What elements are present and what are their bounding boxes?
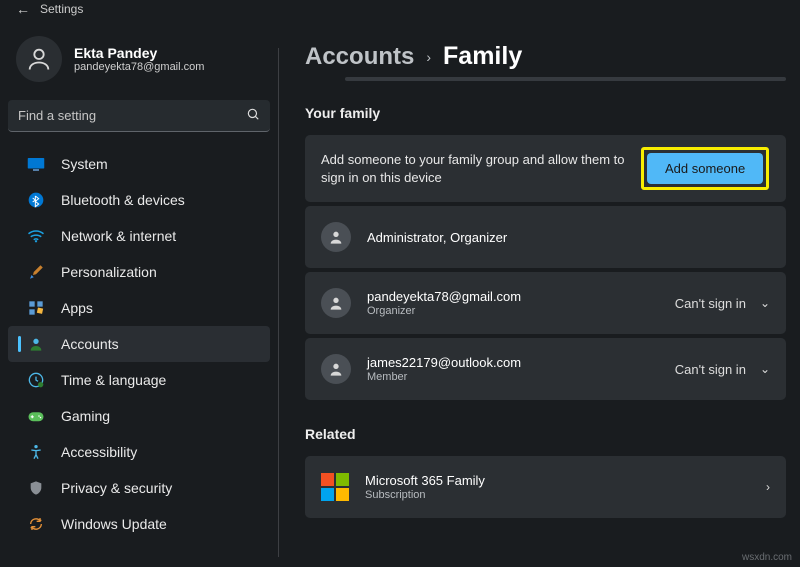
user-email: pandeyekta78@gmail.com	[74, 61, 204, 73]
sidebar-item-accessibility[interactable]: Accessibility	[8, 434, 270, 470]
nav-label: Gaming	[61, 408, 260, 424]
nav-label: Privacy & security	[61, 480, 260, 496]
sidebar-item-update[interactable]: Windows Update	[8, 506, 270, 542]
nav-label: Network & internet	[61, 228, 260, 244]
highlight-annotation: Add someone	[641, 147, 769, 190]
search-box[interactable]	[8, 100, 270, 132]
breadcrumb-parent[interactable]: Accounts	[305, 43, 414, 71]
main-content: Accounts › Family Your family Add someon…	[279, 18, 800, 567]
chevron-right-icon: ›	[426, 49, 431, 65]
nav-label: Windows Update	[61, 516, 260, 532]
update-icon	[27, 515, 45, 533]
nav-label: Time & language	[61, 372, 260, 388]
watermark: wsxdn.com	[742, 552, 792, 563]
apps-icon	[27, 299, 45, 317]
m365-title: Microsoft 365 Family	[365, 473, 766, 488]
sidebar-item-bluetooth[interactable]: Bluetooth & devices	[8, 182, 270, 218]
microsoft-logo-icon	[321, 473, 349, 501]
person-icon	[321, 354, 351, 384]
m365-family-row[interactable]: Microsoft 365 Family Subscription ›	[305, 456, 786, 518]
sidebar-item-network[interactable]: Network & internet	[8, 218, 270, 254]
member-role: Organizer	[367, 305, 675, 317]
sidebar-item-apps[interactable]: Apps	[8, 290, 270, 326]
section-title-related: Related	[305, 426, 786, 442]
member-name: james22179@outlook.com	[367, 355, 675, 370]
nav-list: System Bluetooth & devices Network & int…	[8, 146, 270, 542]
person-icon	[321, 288, 351, 318]
chevron-down-icon[interactable]: ⌄	[760, 296, 770, 310]
sidebar-item-accounts[interactable]: Accounts	[8, 326, 270, 362]
nav-label: Apps	[61, 300, 260, 316]
add-family-text: Add someone to your family group and all…	[321, 151, 641, 186]
monitor-icon	[27, 155, 45, 173]
m365-sub: Subscription	[365, 489, 766, 501]
nav-label: Accessibility	[61, 444, 260, 460]
member-role: Member	[367, 371, 675, 383]
nav-label: System	[61, 156, 260, 172]
member-status: Can't sign in	[675, 296, 746, 311]
sidebar-item-privacy[interactable]: Privacy & security	[8, 470, 270, 506]
shield-icon	[27, 479, 45, 497]
search-icon	[246, 107, 260, 124]
person-icon	[321, 222, 351, 252]
user-name: Ekta Pandey	[74, 45, 204, 61]
sidebar-item-time-language[interactable]: Time & language	[8, 362, 270, 398]
accessibility-icon	[27, 443, 45, 461]
sidebar-item-gaming[interactable]: Gaming	[8, 398, 270, 434]
breadcrumb-current: Family	[443, 42, 522, 71]
search-input[interactable]	[18, 108, 246, 123]
family-member-row[interactable]: pandeyekta78@gmail.com Organizer Can't s…	[305, 272, 786, 334]
chevron-right-icon: ›	[766, 480, 770, 494]
nav-label: Bluetooth & devices	[61, 192, 260, 208]
clock-icon	[27, 371, 45, 389]
add-family-card: Add someone to your family group and all…	[305, 135, 786, 202]
breadcrumb: Accounts › Family	[305, 42, 786, 71]
sidebar: Ekta Pandey pandeyekta78@gmail.com Syste…	[0, 18, 278, 567]
user-block[interactable]: Ekta Pandey pandeyekta78@gmail.com	[8, 18, 270, 100]
wifi-icon	[27, 227, 45, 245]
member-name: pandeyekta78@gmail.com	[367, 289, 675, 304]
account-icon	[27, 335, 45, 353]
sidebar-item-system[interactable]: System	[8, 146, 270, 182]
bluetooth-icon	[27, 191, 45, 209]
member-status: Can't sign in	[675, 362, 746, 377]
admin-label: Administrator, Organizer	[367, 230, 770, 245]
nav-label: Accounts	[61, 336, 260, 352]
chevron-down-icon[interactable]: ⌄	[760, 362, 770, 376]
back-icon[interactable]: ←	[16, 1, 30, 17]
app-title: Settings	[40, 2, 83, 16]
admin-row[interactable]: Administrator, Organizer	[305, 206, 786, 268]
nav-label: Personalization	[61, 264, 260, 280]
brush-icon	[27, 263, 45, 281]
add-someone-button[interactable]: Add someone	[647, 153, 763, 184]
gaming-icon	[27, 407, 45, 425]
family-member-row[interactable]: james22179@outlook.com Member Can't sign…	[305, 338, 786, 400]
scrollbar-hint	[345, 77, 786, 81]
avatar	[16, 36, 62, 82]
sidebar-item-personalization[interactable]: Personalization	[8, 254, 270, 290]
section-title-family: Your family	[305, 105, 786, 121]
